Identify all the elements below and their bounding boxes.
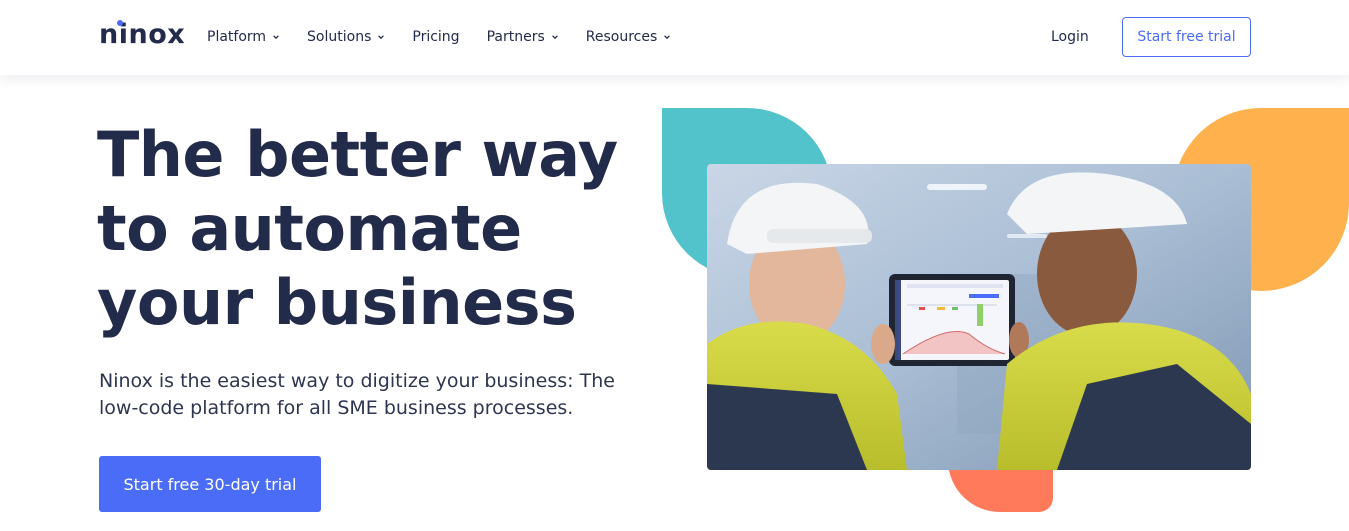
chevron-down-icon bbox=[664, 35, 671, 40]
headline-line-1: The better way bbox=[97, 118, 618, 191]
cta-label: Start free 30-day trial bbox=[123, 474, 297, 494]
ninox-logo[interactable]: ninox bbox=[99, 18, 185, 52]
trial-button-label: Start free trial bbox=[1137, 29, 1236, 45]
nav-label: Resources bbox=[585, 29, 658, 45]
start-free-trial-button[interactable]: Start free trial bbox=[1122, 17, 1251, 57]
hero-headline: The better way to automate your business bbox=[97, 118, 657, 340]
brand-name: ninox bbox=[99, 19, 186, 50]
hero-image bbox=[707, 164, 1251, 470]
top-navbar: ninox Platform Solutions Pricing Partner… bbox=[0, 0, 1349, 75]
login-link[interactable]: Login bbox=[1051, 26, 1089, 48]
nav-label: Partners bbox=[486, 29, 545, 45]
start-30-day-trial-button[interactable]: Start free 30-day trial bbox=[99, 456, 321, 512]
nav-label: Solutions bbox=[307, 29, 372, 45]
nav-item-partners[interactable]: Partners bbox=[487, 26, 559, 48]
hero-subtitle: Ninox is the easiest way to digitize you… bbox=[99, 370, 615, 419]
chevron-down-icon bbox=[273, 35, 279, 40]
logo-dot bbox=[117, 20, 123, 26]
nav-label: Pricing bbox=[412, 29, 460, 45]
workers-tablet-illustration bbox=[707, 164, 1251, 470]
chevron-down-icon bbox=[378, 35, 385, 40]
nav-item-pricing[interactable]: Pricing bbox=[412, 26, 459, 48]
headline-line-2: to automate bbox=[97, 192, 522, 265]
chevron-down-icon bbox=[551, 35, 558, 40]
nav-item-solutions[interactable]: Solutions bbox=[307, 26, 385, 48]
nav-item-resources[interactable]: Resources bbox=[586, 26, 672, 48]
nav-label: Platform bbox=[207, 29, 267, 45]
headline-line-3: your business bbox=[97, 266, 577, 339]
nav-item-platform[interactable]: Platform bbox=[207, 26, 280, 48]
main-nav: Platform Solutions Pricing Partners Reso… bbox=[207, 26, 698, 48]
